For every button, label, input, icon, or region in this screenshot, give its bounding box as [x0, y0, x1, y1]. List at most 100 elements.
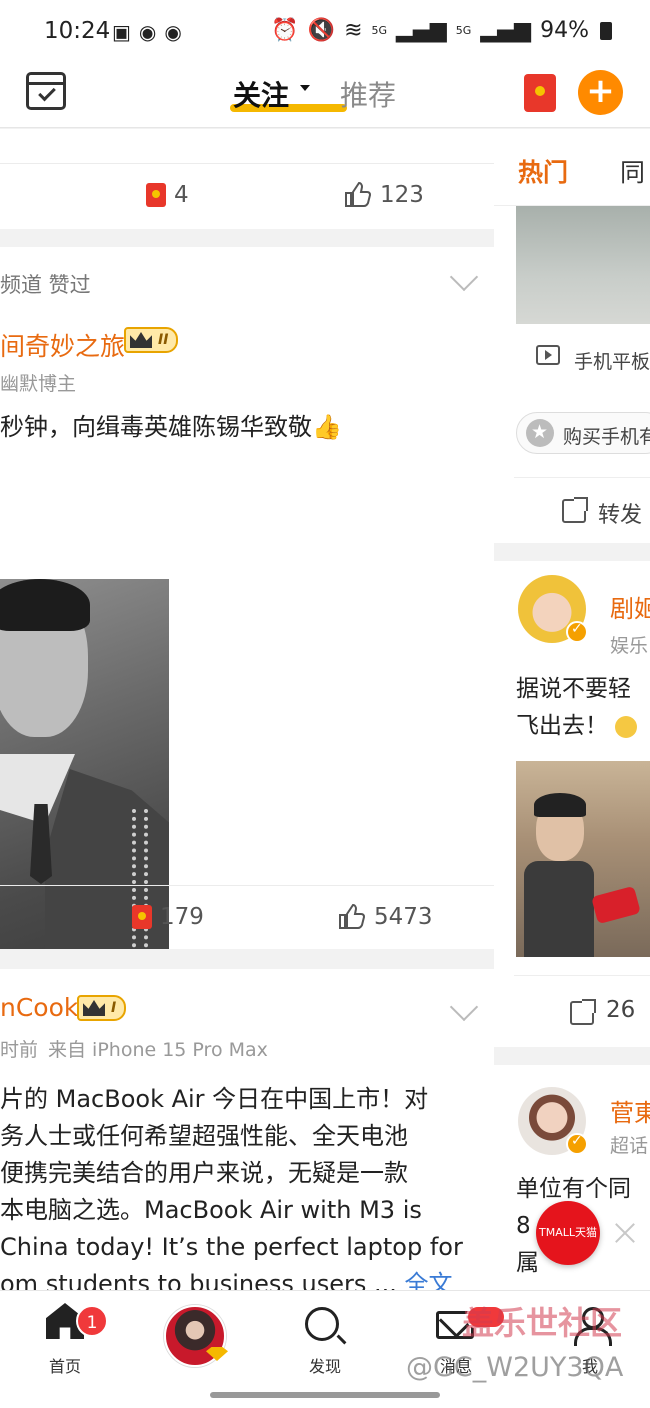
- video-icon: [536, 345, 560, 365]
- chevron-down-icon[interactable]: [449, 992, 479, 1022]
- red-packet-icon: [146, 183, 166, 207]
- main-feed[interactable]: 4 123 频道 赞过 间奇妙之旅 II 幽默博主 秒钟，向缉毒英雄陈锡华致敬👍: [0, 129, 494, 1290]
- calendar-check-icon[interactable]: [26, 72, 66, 110]
- verified-icon: [566, 621, 588, 643]
- tab-recommend[interactable]: 推荐: [340, 74, 396, 114]
- weibo-icon: ◉: [138, 20, 157, 44]
- like-count: 5473: [374, 904, 433, 930]
- video-label[interactable]: 手机平板: [574, 347, 650, 374]
- chevron-down-icon[interactable]: [449, 262, 479, 292]
- red-packet-icon[interactable]: [524, 74, 556, 112]
- verified-icon: [566, 1133, 588, 1155]
- tmall-floating-button[interactable]: TMALL天猫: [536, 1201, 600, 1265]
- user-subtitle: 幽默博主: [0, 373, 77, 395]
- post-text-line-with-emoji[interactable]: 飞出去！: [516, 708, 638, 745]
- signal-label-1: 5G: [371, 24, 388, 37]
- user-name[interactable]: 间奇妙之旅: [0, 327, 125, 363]
- post-actions: 179 5473: [0, 885, 494, 949]
- mute-icon: 🔇: [307, 18, 336, 43]
- chevron-down-icon[interactable]: [300, 85, 310, 91]
- status-time: 10:24: [44, 18, 111, 44]
- red-packet-icon: [132, 905, 152, 929]
- buy-phone-chip[interactable]: 购买手机有: [516, 412, 650, 454]
- star-icon: [526, 419, 554, 447]
- thumbs-up-icon: [338, 903, 366, 930]
- weibo-icon: ◉: [164, 20, 182, 44]
- signal-icon: ▂▄▆: [480, 18, 532, 43]
- chip-label: 购买手机有: [563, 426, 650, 448]
- battery-icon: [600, 21, 612, 40]
- member-badge[interactable]: I: [77, 995, 127, 1021]
- crown-icon: [83, 1000, 105, 1016]
- user-name[interactable]: 剧姬: [610, 589, 650, 624]
- post-text-line[interactable]: 务人士或任何希望超强性能、全天电池: [0, 1118, 408, 1155]
- nav-discover-label[interactable]: 发现: [285, 1353, 365, 1377]
- like-count: 123: [380, 182, 424, 208]
- member-badge[interactable]: II: [124, 327, 179, 353]
- post-image[interactable]: [516, 761, 650, 957]
- like-action[interactable]: 123: [344, 181, 424, 208]
- post-text-line: 飞出去！: [516, 713, 608, 739]
- status-bar: 10:24 ▣ ◉ ◉ ⏰ 🔇 ≋ 5G ▂▄▆ 5G ▂▄▆ 94%: [0, 0, 650, 64]
- post-text-line[interactable]: 据说不要轻: [516, 671, 631, 708]
- member-level: II: [158, 332, 169, 348]
- user-name[interactable]: 菅東: [610, 1093, 650, 1128]
- forward-label[interactable]: 转发: [598, 497, 642, 529]
- member-level: I: [111, 1000, 117, 1016]
- alarm-icon: ⏰: [271, 18, 299, 43]
- post-text-line[interactable]: 本电脑之选。MacBook Air with M3 is: [0, 1192, 422, 1229]
- redpack-count: 179: [160, 904, 204, 930]
- top-nav: 关注 推荐 +: [0, 64, 650, 128]
- share-icon[interactable]: [570, 999, 596, 1025]
- redpack-action[interactable]: 179: [132, 904, 204, 930]
- post-text[interactable]: 秒钟，向缉毒英雄陈锡华致敬👍: [0, 409, 342, 446]
- feed-card-previous: 4 123: [0, 129, 494, 229]
- wifi-icon: ≋: [344, 18, 363, 43]
- nav-home-label[interactable]: 首页: [25, 1353, 105, 1377]
- home-indicator[interactable]: [210, 1392, 440, 1398]
- status-right-icons: ⏰ 🔇 ≋ 5G ▂▄▆ 5G ▂▄▆ 94%: [271, 18, 612, 43]
- emoji-thinking-icon: [615, 715, 638, 738]
- redpack-count: 4: [174, 182, 189, 208]
- gallery-icon: ▣: [112, 20, 131, 44]
- user-subtitle: 超话: [610, 1135, 649, 1157]
- side-feed[interactable]: 热门 同 手机平板 购买手机有 转发 剧姬 娱乐 据说不要轻 飞出去！ 26: [494, 129, 650, 1290]
- signal-icon: ▂▄▆: [396, 18, 447, 43]
- post-text-line[interactable]: 8: [516, 1208, 531, 1245]
- card-source-label: 频道 赞过: [0, 273, 91, 297]
- hot-block: 热门 同 手机平板: [494, 129, 650, 391]
- close-icon[interactable]: [612, 1220, 638, 1246]
- hot-image[interactable]: [516, 206, 650, 324]
- user-name[interactable]: nCook: [0, 993, 78, 1022]
- feed-card-post1[interactable]: 频道 赞过 间奇妙之旅 II 幽默博主 秒钟，向缉毒英雄陈锡华致敬👍 179 5…: [0, 247, 494, 949]
- divider: [514, 975, 650, 976]
- side-post-1[interactable]: 剧姬 娱乐 据说不要轻 飞出去！ 26: [494, 561, 650, 1047]
- post-text-line[interactable]: 片的 MacBook Air 今日在中国上市！对: [0, 1081, 428, 1118]
- divider: [514, 477, 650, 478]
- watermark-handle: @GC_W2UY3QA: [406, 1352, 624, 1383]
- read-more-link[interactable]: 全文: [405, 1270, 453, 1290]
- tab-same-city[interactable]: 同: [620, 153, 645, 189]
- post-text-line[interactable]: 属: [516, 1245, 539, 1282]
- like-action[interactable]: 5473: [338, 903, 433, 930]
- post-text-line: om students to business users ...: [0, 1270, 405, 1290]
- post-text-line[interactable]: China today! It’s the perfect laptop for: [0, 1229, 463, 1266]
- status-left-icons: ▣ ◉ ◉: [112, 20, 182, 44]
- post-time: 时前: [0, 1039, 39, 1061]
- redpack-action[interactable]: 4: [146, 182, 189, 208]
- crown-icon: [130, 332, 152, 348]
- thumbs-up-icon: [344, 181, 372, 208]
- tab-follow[interactable]: 关注: [233, 74, 289, 114]
- signal-label-2: 5G: [455, 24, 472, 37]
- share-icon[interactable]: [562, 497, 588, 523]
- promo-block: 购买手机有 转发: [494, 391, 650, 543]
- forward-count[interactable]: 26: [606, 997, 635, 1023]
- post-text-last-line[interactable]: om students to business users ... 全文: [0, 1266, 453, 1290]
- search-icon[interactable]: [305, 1307, 339, 1341]
- user-subtitle: 娱乐: [610, 635, 649, 657]
- post-text-line[interactable]: 便携完美结合的用户来说，无疑是一款: [0, 1155, 408, 1192]
- feed-card-post2[interactable]: nCook I 时前 来自 iPhone 15 Pro Max 片的 MacBo…: [0, 969, 494, 1290]
- tab-hot[interactable]: 热门: [518, 153, 568, 189]
- compose-plus-button[interactable]: +: [578, 70, 623, 115]
- post-actions: 4 123: [0, 163, 494, 229]
